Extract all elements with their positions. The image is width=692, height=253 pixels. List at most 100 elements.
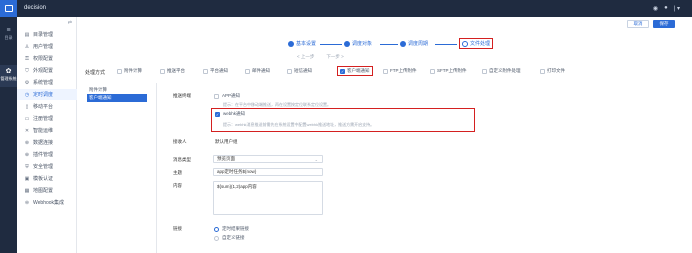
step-connector — [320, 44, 342, 45]
method-ftp-upload[interactable]: FTP上传附件 — [383, 68, 417, 74]
next-step-button[interactable]: 下一步 > — [326, 54, 343, 60]
folder-icon: ▤ — [24, 31, 30, 38]
checkbox[interactable] — [287, 68, 292, 74]
methods-label: 处理方式 — [85, 70, 106, 76]
main-panel: 取消 保存 基本设置 调度对象 调度周期 文件处理 < 上一步 下一步 > 处理… — [78, 17, 692, 253]
app-title: decision — [24, 5, 47, 11]
sidebar-item-map[interactable]: ▦ 地图配置 — [17, 185, 77, 196]
sidebar-item-permissions[interactable]: ⚿ 权限配置 — [17, 53, 77, 64]
checkbox[interactable] — [430, 68, 435, 74]
sidebar-item-directory[interactable]: ▤ 目录管理 — [17, 29, 77, 40]
icon-rail: ≡ 目录 ✿ 管理系统 — [0, 17, 17, 253]
app-notice-option[interactable]: APP通知 — [214, 93, 240, 99]
method-list-item[interactable]: 附件计算 — [87, 86, 147, 94]
sidebar-item-webhook[interactable]: ⊜ Webhook集成 — [17, 197, 77, 208]
step-schedule-period[interactable]: 调度周期 — [400, 40, 428, 47]
receiver-value[interactable]: 默认用户组 — [215, 139, 238, 145]
save-button[interactable]: 保存 — [653, 20, 675, 28]
gear-icon: ⚙ — [24, 79, 30, 86]
checkbox[interactable] — [383, 68, 388, 74]
link-option-custom[interactable]: 自定义链接 — [214, 235, 245, 241]
method-sftp-upload[interactable]: SFTP上传附件 — [430, 68, 467, 74]
database-icon: ⊛ — [24, 139, 30, 146]
chevron-down-icon: ⌄ — [314, 157, 318, 162]
sidebar-item-appearance[interactable]: ⛉ 外观配置 — [17, 65, 77, 76]
push-terminal-label: 推送终端 — [173, 93, 191, 98]
collapse-icon[interactable]: ⇄ — [68, 20, 72, 26]
subject-label: 主题 — [173, 170, 182, 175]
radio[interactable] — [214, 235, 219, 241]
palette-icon: ⛉ — [25, 67, 29, 74]
checkbox-checked[interactable]: ✓ — [215, 111, 220, 117]
sidebar-item-data-connection[interactable]: ⊛ 数据连接 — [17, 137, 77, 148]
key-icon: ⚿ — [25, 55, 29, 62]
plugin-icon: ⊕ — [24, 151, 30, 158]
highlight-box — [211, 108, 475, 132]
radio-selected[interactable] — [214, 226, 219, 232]
checkbox[interactable] — [160, 68, 165, 74]
sidebar-item-mobile[interactable]: ▯ 移动平台 — [17, 101, 77, 112]
step-current-icon — [462, 40, 468, 47]
method-platform-notice[interactable]: 平台通知 — [203, 68, 228, 74]
webhook-notice-option[interactable]: ✓ webhk通知 — [215, 111, 245, 117]
method-email-notice[interactable]: 邮件通知 — [245, 68, 270, 74]
webhook-icon: ⊜ — [24, 199, 30, 206]
gear-icon: ✿ — [5, 68, 12, 75]
bell-icon[interactable]: ◉ — [653, 5, 658, 12]
sidebar-item-plugins[interactable]: ⊕ 插件管理 — [17, 149, 77, 160]
sidebar-item-system[interactable]: ⚙ 系统管理 — [17, 77, 77, 88]
link-option-result[interactable]: 定时结果链接 — [214, 226, 249, 232]
rail-item-management[interactable]: ✿ 管理系统 — [0, 65, 17, 87]
menu-icon: ≡ — [6, 27, 11, 34]
sidebar-item-scheduling[interactable]: ◷ 定时调度 — [17, 89, 77, 100]
content-textarea[interactable]: ${sum}(1,2)app内容 — [213, 181, 323, 215]
user-icon: ♙ — [24, 43, 30, 50]
top-bar: decision ◉ ● | ▾ — [0, 0, 692, 17]
checkbox[interactable] — [117, 68, 122, 74]
step-connector — [380, 44, 398, 45]
step-check-icon — [400, 40, 406, 47]
message-type-select[interactable]: 预览页面 ⌄ — [213, 155, 323, 163]
sidebar-item-ops[interactable]: ✕ 智能运维 — [17, 125, 77, 136]
shield-icon: ⛨ — [25, 163, 29, 170]
step-schedule-object[interactable]: 调度对象 — [344, 40, 372, 47]
step-basic-settings[interactable]: 基本设置 — [288, 40, 316, 47]
home-icon — [4, 5, 13, 12]
clock-icon: ◷ — [24, 91, 30, 98]
step-file-processing[interactable]: 文件处理 — [459, 38, 494, 49]
checkbox[interactable] — [203, 68, 208, 74]
checkbox[interactable] — [482, 68, 487, 74]
checkbox[interactable] — [540, 68, 545, 74]
subject-input[interactable]: app定时任务${now} — [213, 168, 323, 176]
prev-step-button[interactable]: < 上一步 — [297, 54, 314, 60]
step-connector — [435, 44, 457, 45]
sidebar-item-security[interactable]: ⛨ 安全管理 — [17, 161, 77, 172]
sidebar-item-template-auth[interactable]: ▣ 模板认证 — [17, 173, 77, 184]
method-print-file[interactable]: 打印文件 — [540, 68, 565, 74]
method-push-platform[interactable]: 推送平台 — [160, 68, 185, 74]
rail-item-directory[interactable]: ≡ 目录 — [0, 27, 17, 41]
checkbox[interactable] — [245, 68, 250, 74]
step-pager: < 上一步 下一步 > — [297, 54, 344, 60]
sidebar-item-users[interactable]: ♙ 用户管理 — [17, 41, 77, 52]
map-icon: ▦ — [24, 187, 30, 194]
cancel-button[interactable]: 取消 — [627, 20, 649, 28]
method-list: 附件计算 客户端通知 — [87, 86, 147, 102]
checkbox-checked[interactable]: ✓ — [340, 68, 345, 74]
mobile-icon: ▯ — [25, 103, 29, 110]
sidebar: ⇄ ▤ 目录管理 ♙ 用户管理 ⚿ 权限配置 ⛉ 外观配置 ⚙ 系统管理 ◷ 定时调度 ▯ 移… — [17, 17, 77, 253]
method-custom-attachment[interactable]: 自定义附件处理 — [482, 68, 521, 74]
method-list-item-active[interactable]: 客户端通知 — [87, 94, 147, 102]
user-menu[interactable]: | ▾ — [674, 5, 680, 12]
registration-icon: ▭ — [24, 115, 30, 122]
sidebar-item-registration[interactable]: ▭ 注册管理 — [17, 113, 77, 124]
tools-icon: ✕ — [24, 127, 30, 134]
method-attachment-calc[interactable]: 附件计算 — [117, 68, 142, 74]
user-icon[interactable]: ● — [664, 5, 668, 12]
app-logo[interactable] — [0, 0, 17, 17]
message-type-label: 消息类型 — [173, 157, 191, 162]
step-check-icon — [344, 40, 350, 47]
method-sms-notice[interactable]: 短信通知 — [287, 68, 312, 74]
method-client-notice[interactable]: ✓ 客户端通知 — [337, 66, 373, 76]
checkbox[interactable] — [214, 93, 219, 99]
